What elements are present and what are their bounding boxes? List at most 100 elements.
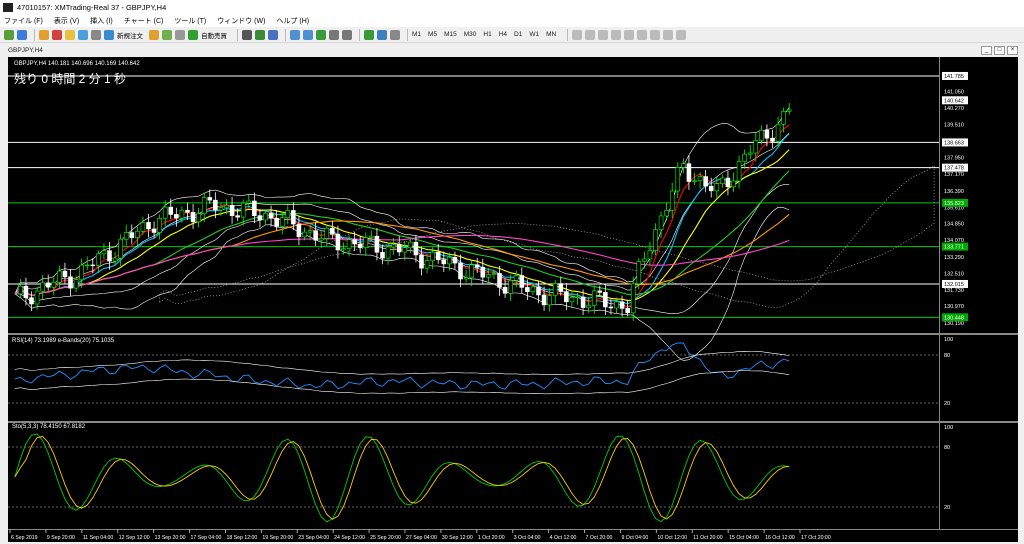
fibonacci-icon[interactable] bbox=[637, 29, 648, 40]
candle-body bbox=[185, 209, 190, 213]
close-button[interactable]: × bbox=[1007, 46, 1018, 55]
candle-body bbox=[96, 253, 101, 266]
timeframe-mn[interactable]: MN bbox=[546, 31, 556, 38]
time-axis-label: 25 Sep 20:00 bbox=[370, 535, 401, 541]
line-chart-icon[interactable] bbox=[268, 29, 278, 40]
candle-body bbox=[51, 282, 57, 288]
templates-icon[interactable] bbox=[390, 29, 400, 40]
panel-separator bbox=[8, 421, 1018, 423]
text-tool-icon[interactable] bbox=[650, 29, 661, 40]
candle-body bbox=[291, 210, 296, 225]
price-axis-label: 133.290 bbox=[944, 255, 964, 261]
menu-view[interactable]: 表示 (V) bbox=[54, 16, 79, 26]
timeframe-w1[interactable]: W1 bbox=[529, 31, 539, 38]
price-tag-label: 135.823 bbox=[944, 201, 964, 207]
zoom-in-icon[interactable] bbox=[290, 29, 300, 40]
timeframe-d1[interactable]: D1 bbox=[514, 31, 522, 38]
chart-area[interactable]: 100 80 20 100 80 20 141.050 140.270 139.510 137… bbox=[8, 57, 1018, 542]
candle-body bbox=[162, 206, 168, 219]
new-order-icon bbox=[104, 29, 114, 40]
time-axis-label: 10 Oct 12:00 bbox=[657, 535, 687, 541]
menu-tools[interactable]: ツール (T) bbox=[174, 16, 206, 26]
indicators-icon[interactable] bbox=[364, 29, 374, 40]
candle-body bbox=[731, 180, 736, 188]
toolbar-separator bbox=[407, 28, 408, 41]
menu-chart[interactable]: チャート (C) bbox=[124, 16, 164, 26]
candle-body bbox=[123, 232, 129, 240]
candle-body bbox=[614, 301, 619, 309]
timeframe-m30[interactable]: M30 bbox=[464, 31, 477, 38]
new-order-button[interactable]: 新規注文 bbox=[104, 29, 143, 40]
candle-body bbox=[380, 251, 385, 259]
tester-icon[interactable] bbox=[91, 29, 101, 40]
periods-icon[interactable] bbox=[377, 29, 387, 40]
navigator-icon[interactable] bbox=[65, 29, 75, 40]
candle-body bbox=[179, 209, 185, 219]
crosshair-icon[interactable] bbox=[585, 29, 596, 40]
candle-body bbox=[536, 286, 541, 296]
menu-window[interactable]: ウィンドウ (W) bbox=[217, 16, 265, 26]
price-axis-label: 140.270 bbox=[944, 106, 964, 112]
candle-body bbox=[218, 207, 224, 211]
rsi-line bbox=[14, 342, 790, 390]
stoch-header: Sto(5,3,3) 78.4150 67.8182 bbox=[12, 424, 86, 430]
vertical-line-icon[interactable] bbox=[598, 29, 609, 40]
market-watch-icon[interactable] bbox=[39, 29, 49, 40]
tile-windows-icon[interactable] bbox=[316, 29, 326, 40]
minimize-button[interactable]: _ bbox=[981, 46, 992, 55]
chart-shift-icon[interactable] bbox=[329, 29, 339, 40]
timeframe-m5[interactable]: M5 bbox=[428, 31, 437, 38]
new-chart-icon[interactable] bbox=[4, 29, 14, 40]
profiles-icon[interactable] bbox=[17, 29, 27, 40]
timeframe-m1[interactable]: M1 bbox=[412, 31, 421, 38]
market-icon[interactable] bbox=[162, 29, 172, 40]
candle-body bbox=[385, 246, 391, 259]
candle-body bbox=[642, 258, 647, 262]
data-window-icon[interactable] bbox=[52, 29, 62, 40]
arrows-menu-icon[interactable] bbox=[676, 29, 687, 40]
candle-body bbox=[552, 283, 558, 296]
candle-body bbox=[68, 276, 73, 289]
candlestick-icon[interactable] bbox=[255, 29, 265, 40]
timeframe-h4[interactable]: H4 bbox=[499, 31, 507, 38]
candle-body bbox=[118, 238, 123, 259]
label-tool-icon[interactable] bbox=[663, 29, 674, 40]
chart-window-controls: _ □ × bbox=[979, 46, 1018, 55]
candle-body bbox=[608, 306, 614, 309]
candle-body bbox=[62, 270, 68, 278]
timeframe-h1[interactable]: H1 bbox=[483, 31, 491, 38]
candle-body bbox=[174, 214, 179, 219]
bar-chart-icon[interactable] bbox=[242, 29, 252, 40]
terminal-icon[interactable] bbox=[78, 29, 88, 40]
timeframe-m15[interactable]: M15 bbox=[444, 31, 457, 38]
time-axis-label: 11 Sep 04:00 bbox=[83, 535, 114, 541]
candle-body bbox=[786, 109, 792, 112]
candle-body bbox=[708, 185, 714, 192]
chart-canvas[interactable]: 100 80 20 100 80 20 141.050 140.270 139.510 137… bbox=[8, 57, 1018, 542]
candle-body bbox=[79, 264, 84, 280]
candle-body bbox=[502, 287, 508, 294]
cursor-icon[interactable] bbox=[572, 29, 583, 40]
candle-body bbox=[341, 248, 346, 251]
candle-body bbox=[135, 231, 140, 238]
price-axis-label: 130.970 bbox=[944, 304, 964, 310]
bollinger-band-line bbox=[14, 132, 790, 295]
chart-window: GBPJPY,H4 _ □ × 100 80 20 100 80 20 141.050 1… bbox=[4, 45, 1022, 542]
candle-body bbox=[279, 217, 285, 227]
candle-body bbox=[196, 213, 201, 223]
signals-icon[interactable] bbox=[175, 29, 185, 40]
candle-body bbox=[591, 290, 597, 306]
meta-editor-icon[interactable] bbox=[149, 29, 159, 40]
restore-button[interactable]: □ bbox=[994, 46, 1005, 55]
auto-scroll-icon[interactable] bbox=[342, 29, 352, 40]
zoom-out-icon[interactable] bbox=[303, 29, 313, 40]
horizontal-line-icon[interactable] bbox=[611, 29, 622, 40]
menu-file[interactable]: ファイル (F) bbox=[4, 16, 43, 26]
menu-insert[interactable]: 挿入 (I) bbox=[90, 16, 113, 26]
trendline-icon[interactable] bbox=[624, 29, 635, 40]
menu-help[interactable]: ヘルプ (H) bbox=[276, 16, 309, 26]
candle-body bbox=[497, 273, 502, 288]
time-axis-label: 4 Oct 12:00 bbox=[550, 535, 577, 541]
time-axis-label: 12 Sep 12:00 bbox=[119, 535, 150, 541]
autotrade-button[interactable]: 自動売買 bbox=[188, 29, 227, 40]
